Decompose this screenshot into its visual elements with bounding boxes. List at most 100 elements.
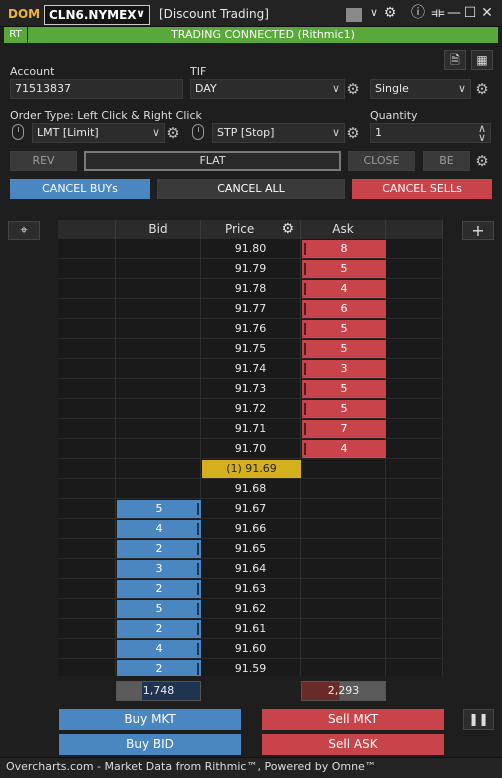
- ladder-cell-right[interactable]: [386, 319, 443, 339]
- chevron-down-icon[interactable]: ∨: [366, 5, 382, 21]
- pause-icon[interactable]: ❚❚: [463, 709, 494, 730]
- ladder-cell-left[interactable]: [58, 579, 116, 599]
- ladder-cell-right[interactable]: [386, 579, 443, 599]
- ladder-cell-right[interactable]: [386, 399, 443, 419]
- ladder-cell-price[interactable]: 91.77: [201, 299, 301, 319]
- ladder-cell-left[interactable]: [58, 419, 116, 439]
- ladder-row[interactable]: 91.78 4: [58, 279, 443, 299]
- ladder-row[interactable]: 91.75 5: [58, 339, 443, 359]
- ladder-row[interactable]: 91.65 2: [58, 539, 443, 559]
- ladder-cell-left[interactable]: [58, 239, 116, 259]
- order-type-right-select[interactable]: STP [Stop] ∨: [212, 123, 345, 143]
- price-ladder[interactable]: Bid Price ⚙ Ask 91.80 8 91.79 5 91.78 4 91.77 6…: [58, 220, 443, 676]
- ask-size[interactable]: 7: [302, 420, 386, 438]
- ladder-cell-price[interactable]: 91.59: [201, 659, 301, 676]
- ladder-cell-right[interactable]: [386, 259, 443, 279]
- ladder-cell-price[interactable]: 91.61: [201, 619, 301, 639]
- ladder-row[interactable]: 91.61 2: [58, 619, 443, 639]
- ladder-cell-left[interactable]: [58, 499, 116, 519]
- ladder-row[interactable]: (1) 91.69: [58, 459, 443, 479]
- ladder-cell-price[interactable]: 91.78: [201, 279, 301, 299]
- ladder-cell-right[interactable]: [386, 279, 443, 299]
- ladder-cell-left[interactable]: [58, 359, 116, 379]
- ladder-cell-price[interactable]: 91.65: [201, 539, 301, 559]
- ladder-cell-bid[interactable]: [116, 379, 201, 399]
- ladder-row[interactable]: 91.80 8: [58, 239, 443, 259]
- bid-size[interactable]: 4: [117, 640, 201, 658]
- ladder-cell-right[interactable]: [386, 419, 443, 439]
- gear-icon[interactable]: ⚙: [281, 220, 294, 239]
- ladder-cell-ask[interactable]: [301, 619, 386, 639]
- ladder-row[interactable]: 91.76 5: [58, 319, 443, 339]
- ladder-cell-right[interactable]: [386, 659, 443, 676]
- ladder-row[interactable]: 91.64 3: [58, 559, 443, 579]
- bid-size[interactable]: 2: [117, 660, 201, 676]
- ladder-cell-bid[interactable]: [116, 319, 201, 339]
- ladder-row[interactable]: 91.77 6: [58, 299, 443, 319]
- flat-button[interactable]: FLAT: [84, 151, 341, 171]
- ask-size[interactable]: 4: [302, 280, 386, 298]
- ladder-row[interactable]: 91.62 5: [58, 599, 443, 619]
- ladder-cell-left[interactable]: [58, 619, 116, 639]
- ladder-cell-price[interactable]: 91.64: [201, 559, 301, 579]
- ladder-cell-bid[interactable]: [116, 459, 201, 479]
- ladder-cell-left[interactable]: [58, 559, 116, 579]
- ladder-cell-left[interactable]: [58, 399, 116, 419]
- ladder-cell-bid[interactable]: [116, 299, 201, 319]
- ladder-cell-bid[interactable]: [116, 279, 201, 299]
- mode-select[interactable]: Single ∨: [370, 79, 471, 99]
- ladder-cell-price[interactable]: 91.63: [201, 579, 301, 599]
- ask-size[interactable]: 5: [302, 380, 386, 398]
- ladder-cell-ask[interactable]: [301, 519, 386, 539]
- ladder-row[interactable]: 91.71 7: [58, 419, 443, 439]
- bid-size[interactable]: 2: [117, 580, 201, 598]
- ladder-cell-right[interactable]: [386, 559, 443, 579]
- gear-icon[interactable]: ⚙: [345, 125, 361, 141]
- cancel-all-button[interactable]: CANCEL ALL: [157, 179, 345, 199]
- ladder-cell-bid[interactable]: [116, 439, 201, 459]
- bid-size[interactable]: 5: [117, 600, 201, 618]
- maximize-icon[interactable]: ☐: [462, 5, 478, 21]
- symbol-select[interactable]: CLN6.NYMEX ∨: [44, 5, 150, 25]
- ladder-cell-ask[interactable]: [301, 599, 386, 619]
- gear-icon[interactable]: ⚙: [382, 5, 398, 21]
- ladder-cell-ask[interactable]: [301, 659, 386, 676]
- ladder-cell-price[interactable]: 91.80: [201, 239, 301, 259]
- ladder-cell-bid[interactable]: [116, 359, 201, 379]
- ladder-cell-left[interactable]: [58, 259, 116, 279]
- ladder-cell-price[interactable]: 91.75: [201, 339, 301, 359]
- bid-size[interactable]: 2: [117, 620, 201, 638]
- rev-button[interactable]: REV: [10, 151, 77, 171]
- ladder-cell-bid[interactable]: [116, 239, 201, 259]
- be-button[interactable]: BE: [423, 151, 470, 171]
- quantity-stepper[interactable]: 1 ∧ ∨: [370, 122, 491, 144]
- ladder-cell-ask[interactable]: [301, 579, 386, 599]
- ladder-cell-left[interactable]: [58, 379, 116, 399]
- ladder-row[interactable]: 91.60 4: [58, 639, 443, 659]
- ladder-cell-price[interactable]: 91.68: [201, 479, 301, 499]
- ladder-row[interactable]: 91.63 2: [58, 579, 443, 599]
- document-icon[interactable]: 🗎: [444, 50, 466, 70]
- ladder-cell-bid[interactable]: [116, 339, 201, 359]
- ladder-cell-left[interactable]: [58, 539, 116, 559]
- ladder-cell-bid[interactable]: [116, 259, 201, 279]
- ask-size[interactable]: 5: [302, 400, 386, 418]
- bid-size[interactable]: 2: [117, 540, 201, 558]
- ladder-row[interactable]: 91.72 5: [58, 399, 443, 419]
- ladder-cell-bid[interactable]: [116, 399, 201, 419]
- ladder-cell-left[interactable]: [58, 459, 116, 479]
- ladder-cell-right[interactable]: [386, 599, 443, 619]
- minimize-icon[interactable]: —: [446, 5, 462, 21]
- bid-size[interactable]: 4: [117, 520, 201, 538]
- gear-icon[interactable]: ⚙: [474, 153, 490, 169]
- ladder-cell-right[interactable]: [386, 439, 443, 459]
- ladder-row[interactable]: 91.70 4: [58, 439, 443, 459]
- ladder-cell-right[interactable]: [386, 339, 443, 359]
- ladder-cell-right[interactable]: [386, 479, 443, 499]
- help-icon[interactable]: ⓘ: [410, 5, 426, 21]
- order-type-left-select[interactable]: LMT [Limit] ∨: [32, 123, 165, 143]
- gear-icon[interactable]: ⚙: [165, 125, 181, 141]
- ladder-cell-ask[interactable]: [301, 499, 386, 519]
- pin-icon[interactable]: ⟚: [430, 5, 446, 21]
- ladder-cell-left[interactable]: [58, 659, 116, 676]
